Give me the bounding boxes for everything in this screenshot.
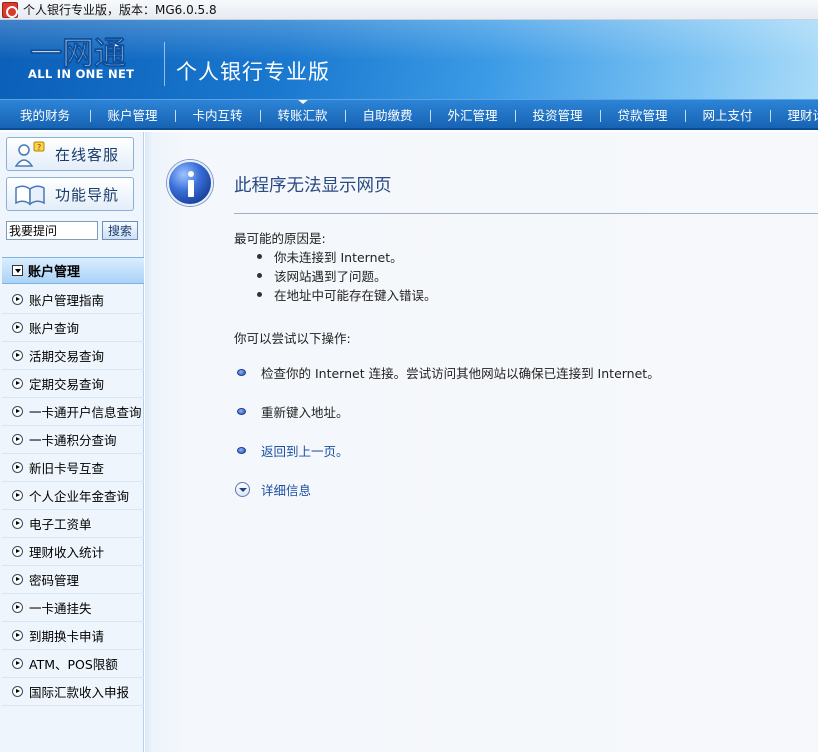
menu-item-current-transactions[interactable]: 活期交易查询 [2, 342, 144, 370]
product-name: 个人银行专业版 [176, 60, 330, 84]
menu-item-annuity-query[interactable]: 个人企业年金查询 [2, 482, 144, 510]
menu-item-password[interactable]: 密码管理 [2, 566, 144, 594]
menu-item-intl-remittance[interactable]: 国际汇款收入申报 [2, 678, 144, 706]
question-input[interactable] [6, 220, 98, 240]
banner-divider [164, 42, 165, 86]
content-frame: 此程序无法显示网页 最可能的原因是: 你未连接到 Internet。 该网站遇到… [145, 132, 818, 752]
arrow-circle-icon [12, 350, 23, 361]
sidebar: ? 在线客服 功能导航 搜索 账户管理 账户管理指南 账户查询 活期交易查询 定… [0, 132, 144, 752]
nav-item-my-finance[interactable]: 我的财务 [0, 100, 90, 128]
arrow-circle-icon [12, 686, 23, 697]
blue-bullet-icon [237, 446, 246, 454]
arrow-circle-icon [12, 322, 23, 333]
arrow-circle-icon [12, 518, 23, 529]
menu-header-account-management[interactable]: 账户管理 [2, 257, 144, 284]
arrow-circle-icon [12, 462, 23, 473]
try-heading: 你可以尝试以下操作: [234, 331, 351, 346]
menu-item-atm-pos-limit[interactable]: ATM、POS限额 [2, 650, 144, 678]
nav-item-forex[interactable]: 外汇管理 [430, 100, 515, 128]
bullet-icon [257, 292, 262, 297]
nav-item-remittance[interactable]: 转账汇款 [260, 100, 345, 128]
arrow-circle-icon [12, 378, 23, 389]
menu-item-card-renewal[interactable]: 到期换卡申请 [2, 622, 144, 650]
menu-item-fixed-transactions[interactable]: 定期交易查询 [2, 370, 144, 398]
nav-item-wealth-plan[interactable]: 理财计划 [770, 100, 818, 128]
arrow-circle-icon [12, 574, 23, 585]
arrow-circle-icon [12, 630, 23, 641]
search-button[interactable]: 搜索 [102, 220, 138, 240]
account-menu-list: 账户管理指南 账户查询 活期交易查询 定期交易查询 一卡通开户信息查询 一卡通积… [2, 286, 144, 706]
collapse-icon [12, 265, 23, 276]
nav-item-online-payment[interactable]: 网上支付 [685, 100, 770, 128]
menu-item-card-opening-info[interactable]: 一卡通开户信息查询 [2, 398, 144, 426]
nav-item-account-management[interactable]: 账户管理 [90, 100, 175, 128]
svg-text:?: ? [37, 143, 41, 152]
info-icon [167, 160, 213, 206]
online-service-button[interactable]: ? 在线客服 [6, 137, 134, 171]
menu-item-income-stats[interactable]: 理财收入统计 [2, 538, 144, 566]
function-nav-button[interactable]: 功能导航 [6, 177, 134, 211]
arrow-circle-icon [12, 602, 23, 613]
menu-item-account-guide[interactable]: 账户管理指南 [2, 286, 144, 314]
details-toggle[interactable]: 详细信息 [235, 480, 311, 498]
window-titlebar: 个人银行专业版，版本：MG6.0.5.8 [0, 0, 818, 20]
menu-item-account-query[interactable]: 账户查询 [2, 314, 144, 342]
logo-subtitle: ALL IN ONE NET [28, 67, 135, 81]
main-nav: 我的财务 账户管理 卡内互转 转账汇款 自助缴费 外汇管理 投资管理 贷款管理 … [0, 99, 818, 130]
menu-item-card-number-lookup[interactable]: 新旧卡号互查 [2, 454, 144, 482]
customer-service-icon: ? [14, 141, 45, 167]
cause-item: 你未连接到 Internet。 [257, 247, 437, 266]
book-icon [15, 185, 45, 206]
arrow-circle-icon [12, 546, 23, 557]
blue-bullet-icon [237, 407, 246, 415]
action-retype-address: 重新键入地址。 [237, 402, 349, 420]
causes-heading: 最可能的原因是: [234, 231, 326, 246]
nav-item-card-transfer[interactable]: 卡内互转 [175, 100, 260, 128]
app-icon [2, 1, 18, 18]
window-title: 个人银行专业版，版本：MG6.0.5.8 [23, 3, 217, 17]
menu-item-report-loss[interactable]: 一卡通挂失 [2, 594, 144, 622]
arrow-circle-icon [12, 294, 23, 305]
header-banner: 一网通 ALL IN ONE NET 个人银行专业版 [0, 20, 818, 99]
arrow-circle-icon [12, 658, 23, 669]
nav-item-investment[interactable]: 投资管理 [515, 100, 600, 128]
menu-item-card-points[interactable]: 一卡通积分查询 [2, 426, 144, 454]
chevron-down-icon [235, 481, 250, 497]
nav-item-self-payment[interactable]: 自助缴费 [345, 100, 430, 128]
cause-item: 在地址中可能存在键入错误。 [257, 285, 437, 304]
arrow-circle-icon [12, 406, 23, 417]
arrow-circle-icon [12, 434, 23, 445]
menu-item-e-payslip[interactable]: 电子工资单 [2, 510, 144, 538]
causes-list: 你未连接到 Internet。 该网站遇到了问题。 在地址中可能存在键入错误。 [257, 247, 437, 304]
arrow-circle-icon [12, 490, 23, 501]
bullet-icon [257, 273, 262, 278]
error-title: 此程序无法显示网页 [234, 176, 392, 196]
action-check-connection: 检查你的 Internet 连接。尝试访问其他网站以确保已连接到 Interne… [237, 363, 660, 381]
nav-item-loan[interactable]: 贷款管理 [600, 100, 685, 128]
bullet-icon [257, 254, 262, 259]
back-link[interactable]: 返回到上一页。 [237, 441, 349, 459]
sidebar-search: 搜索 [6, 220, 140, 240]
blue-bullet-icon [237, 368, 246, 376]
title-divider [234, 213, 818, 214]
cause-item: 该网站遇到了问题。 [257, 266, 437, 285]
